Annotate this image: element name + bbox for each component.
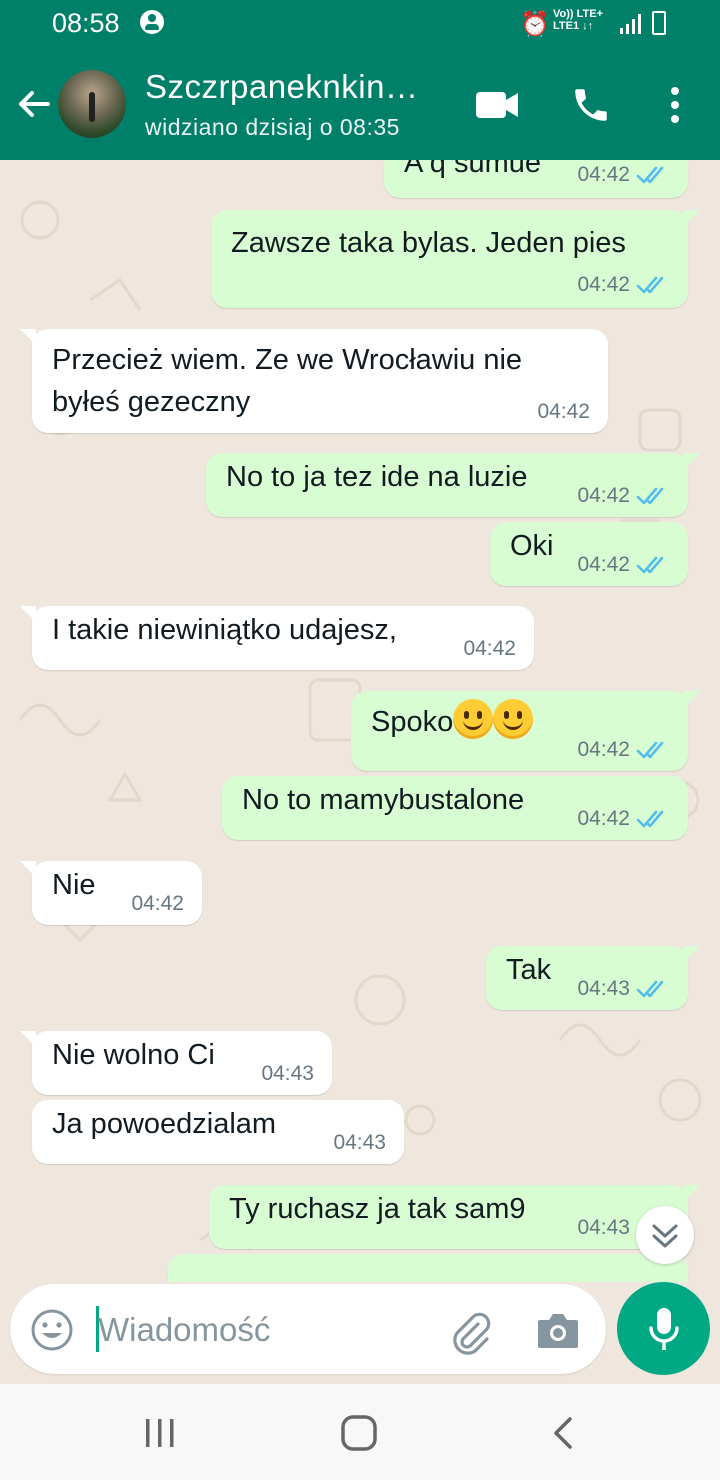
status-time: 08:58 bbox=[52, 8, 120, 38]
message-text-line-1: Przecież wiem. Ze we Wrocławiu nie bbox=[52, 344, 523, 376]
avatar[interactable] bbox=[58, 70, 126, 138]
message-text: Tak bbox=[506, 954, 552, 986]
message-text-line-2: byłeś gezeczny bbox=[52, 386, 251, 418]
message-text: Ja powoedzialam bbox=[52, 1108, 277, 1140]
read-ticks-icon bbox=[636, 556, 664, 574]
double-chevron-down-icon bbox=[652, 1224, 678, 1248]
voice-call-icon[interactable] bbox=[570, 84, 612, 126]
message-time: 04:42 bbox=[577, 484, 630, 507]
read-ticks-icon bbox=[636, 810, 664, 828]
read-ticks-icon bbox=[636, 276, 664, 294]
composer-row bbox=[0, 1282, 720, 1382]
network-line-2: LTE1 ↓↑ bbox=[553, 20, 594, 32]
message-outgoing-partial[interactable] bbox=[168, 1254, 688, 1282]
message-time: 04:42 bbox=[577, 553, 630, 576]
message-meta: 04:42 bbox=[577, 274, 670, 296]
message-text: Oki bbox=[510, 530, 554, 562]
message-meta: 04:42 bbox=[577, 485, 670, 507]
read-ticks-icon bbox=[636, 166, 664, 184]
message-text-content: Spoko bbox=[371, 706, 454, 738]
message-meta: 04:42 bbox=[537, 401, 590, 423]
message-outgoing[interactable]: No to ja tez ide na luzie 04:42 bbox=[206, 453, 700, 517]
message-time: 04:42 bbox=[537, 400, 590, 423]
message-meta: 04:43 bbox=[261, 1063, 314, 1085]
message-time: 04:42 bbox=[463, 637, 516, 660]
message-incoming[interactable]: Przecież wiem. Ze we Wrocławiu nie byłeś… bbox=[20, 329, 608, 433]
message-time: 04:42 bbox=[131, 892, 184, 915]
camera-icon[interactable] bbox=[536, 1310, 580, 1350]
emoji-icon[interactable] bbox=[30, 1308, 74, 1352]
message-text: No to ja tez ide na luzie bbox=[226, 461, 528, 493]
message-meta: 04:42 bbox=[463, 638, 516, 660]
message-time: 04:42 bbox=[577, 273, 630, 296]
read-ticks-icon bbox=[636, 980, 664, 998]
message-text: Ty ruchasz ja tak sam9 bbox=[229, 1193, 526, 1225]
message-incoming[interactable]: Nie 04:42 bbox=[20, 861, 202, 925]
message-outgoing[interactable]: Ty ruchasz ja tak sam9 04:43 bbox=[209, 1185, 700, 1249]
message-meta: 04:42 bbox=[131, 893, 184, 915]
message-incoming[interactable]: I takie niewiniątko udajesz, 04:42 bbox=[20, 606, 534, 670]
message-meta: 04:43 bbox=[333, 1132, 386, 1154]
message-outgoing[interactable]: Zawsze taka bylas. Jeden pies 04:42 bbox=[211, 210, 700, 308]
message-meta: 04:43 bbox=[577, 978, 670, 1000]
read-ticks-icon bbox=[636, 741, 664, 759]
message-meta: 04:42 bbox=[577, 554, 670, 576]
message-time: 04:42 bbox=[577, 738, 630, 761]
battery-icon bbox=[652, 11, 666, 35]
message-outgoing[interactable]: A q sumue 04:42 bbox=[384, 160, 688, 198]
last-seen-status: widziano dzisiaj o 08:35 bbox=[145, 114, 400, 140]
message-text: Nie bbox=[52, 869, 96, 901]
message-meta: 04:42 bbox=[577, 164, 670, 186]
smile-emoji-icon bbox=[493, 699, 534, 739]
message-meta: 04:42 bbox=[577, 808, 670, 830]
back-nav-icon[interactable] bbox=[548, 1416, 578, 1450]
message-outgoing[interactable]: No to mamybustalone 04:42 bbox=[222, 776, 688, 840]
message-incoming[interactable]: Nie wolno Ci 04:43 bbox=[20, 1031, 332, 1095]
message-text: I takie niewiniątko udajesz, bbox=[52, 614, 397, 646]
message-text: No to mamybustalone bbox=[242, 784, 525, 816]
chat-header: Szczrpaneknkin… widziano dzisiaj o 08:35 bbox=[0, 48, 720, 160]
smile-emoji-icon bbox=[453, 699, 494, 739]
back-arrow-icon[interactable] bbox=[14, 84, 54, 124]
signal-icon bbox=[620, 14, 641, 34]
message-incoming[interactable]: Ja powoedzialam 04:43 bbox=[32, 1100, 404, 1164]
message-composer[interactable] bbox=[10, 1284, 606, 1374]
scroll-to-bottom-button[interactable] bbox=[636, 1206, 694, 1264]
read-ticks-icon bbox=[636, 487, 664, 505]
message-time: 04:42 bbox=[577, 163, 630, 186]
account-icon bbox=[140, 10, 164, 34]
chat-area[interactable]: A q sumue 04:42 Zawsze taka bylas. Jeden… bbox=[0, 160, 720, 1282]
voice-record-button[interactable] bbox=[617, 1282, 710, 1375]
network-indicator: Vo)) LTE+ LTE1 ↓↑ bbox=[553, 8, 603, 32]
message-time: 04:43 bbox=[577, 1216, 630, 1239]
message-text: Zawsze taka bylas. Jeden pies bbox=[231, 227, 626, 259]
home-icon[interactable] bbox=[340, 1414, 378, 1452]
network-line-1: Vo)) LTE+ bbox=[553, 8, 604, 20]
message-outgoing[interactable]: Spoko 04:42 bbox=[351, 691, 700, 771]
status-bar: 08:58 ⏰ Vo)) LTE+ LTE1 ↓↑ bbox=[0, 0, 720, 48]
message-time: 04:42 bbox=[577, 807, 630, 830]
message-input[interactable] bbox=[98, 1308, 428, 1352]
message-time: 04:43 bbox=[261, 1062, 314, 1085]
message-meta: 04:42 bbox=[577, 739, 670, 761]
message-text: Spoko bbox=[371, 699, 534, 743]
system-nav-bar bbox=[0, 1384, 720, 1480]
message-time: 04:43 bbox=[577, 977, 630, 1000]
message-text: A q sumue bbox=[404, 160, 542, 179]
attach-icon[interactable] bbox=[446, 1308, 494, 1356]
alarm-icon: ⏰ bbox=[520, 11, 550, 38]
more-vert-icon[interactable] bbox=[664, 84, 686, 126]
message-outgoing[interactable]: Oki 04:42 bbox=[490, 522, 688, 586]
message-text: Nie wolno Ci bbox=[52, 1039, 215, 1071]
message-time: 04:43 bbox=[333, 1131, 386, 1154]
contact-name[interactable]: Szczrpaneknkin… bbox=[145, 68, 418, 106]
message-outgoing[interactable]: Tak 04:43 bbox=[486, 946, 700, 1010]
mic-icon bbox=[649, 1308, 679, 1350]
video-call-icon[interactable] bbox=[474, 88, 520, 122]
recent-apps-icon[interactable] bbox=[140, 1416, 180, 1450]
